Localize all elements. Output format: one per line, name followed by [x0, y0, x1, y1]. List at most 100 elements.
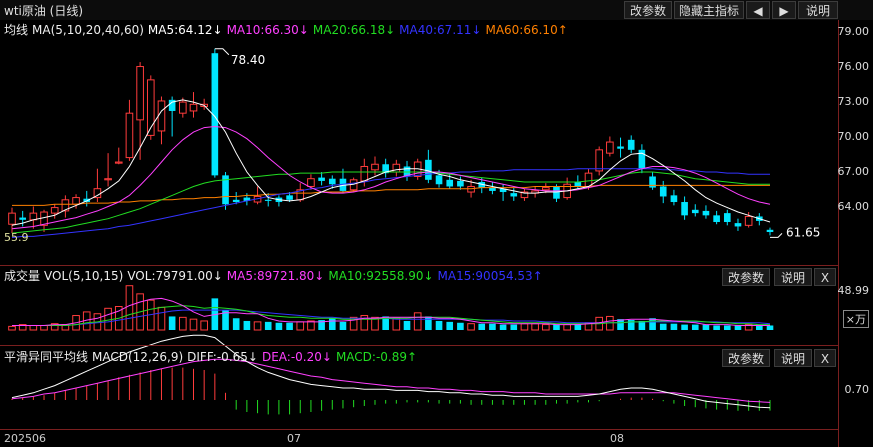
volume-bar [510, 324, 518, 330]
volume-bar [713, 325, 720, 330]
volume-bar [553, 324, 560, 330]
candle-body [649, 176, 656, 188]
volume-bar [489, 323, 496, 330]
candle-body [328, 178, 336, 185]
candle-body [371, 163, 379, 171]
macd-diff-value: DIFF:-0.65↓ [187, 350, 258, 364]
volume-bar [29, 324, 38, 331]
vol-modify-button[interactable]: 改参数 [722, 268, 770, 286]
volume-bar [734, 325, 742, 330]
candle-body [595, 149, 603, 172]
candle-body [19, 217, 26, 220]
volume-bar [243, 320, 251, 330]
candle-body [467, 185, 475, 193]
macd-tick: 0.70 [844, 383, 870, 396]
low-label: 55.9 [4, 231, 29, 244]
candle-body [744, 215, 753, 226]
vol-close-button[interactable]: X [814, 268, 836, 286]
candle-body [702, 210, 710, 216]
vol-help-button[interactable]: 说明 [774, 268, 812, 286]
date-tick: 202506 [4, 432, 46, 445]
volume-tick: 48.99 [837, 284, 870, 297]
candle-body [104, 178, 112, 181]
candle-body [157, 100, 166, 132]
volume-bar [8, 325, 16, 331]
volume-bar [702, 324, 710, 330]
candle-body [232, 199, 240, 203]
candle-body [136, 66, 144, 121]
last-marker [770, 232, 783, 238]
volume-legend: 成交量 VOL(5,10,15) VOL:79791.00↓ MA5:89721.80… [4, 267, 547, 284]
volume-bar [286, 322, 293, 330]
candle-body [681, 202, 688, 216]
volume-bar [253, 321, 262, 331]
volume-bar [541, 324, 550, 331]
volume-unit: ×万 [842, 310, 869, 328]
volume-bar [264, 321, 272, 330]
volume-bar [435, 320, 443, 330]
date-tick: 07 [287, 432, 301, 445]
volume-bar [275, 322, 283, 330]
volume-axis: 48.99 ×万 [838, 266, 873, 346]
volume-bar [200, 320, 208, 331]
price-tick: 73.00 [837, 95, 870, 108]
volume-bar [681, 324, 688, 330]
candle-body [606, 141, 614, 154]
ma40-line [11, 168, 770, 239]
volume-bar [328, 318, 336, 330]
volume-bar [446, 321, 454, 330]
candle-body [360, 165, 369, 182]
macd-legend: 平滑异同平均线 MACD(12,26,9) DIFF:-0.65↓ DEA:-0.20… [4, 348, 421, 365]
candle-body [617, 146, 624, 149]
candle-body [627, 139, 635, 150]
candle-body [670, 195, 678, 203]
macd-label: 平滑异同平均线 [4, 350, 89, 364]
macd-help-button[interactable]: 说明 [774, 349, 812, 367]
macd-params: MACD(12,26,9) [92, 350, 184, 364]
vol-params: VOL(5,10,15) [44, 269, 124, 283]
vol-ma10-value: MA10:92558.90↓ [328, 269, 434, 283]
last-price-label: 61.65 [786, 225, 820, 239]
macd-dea-line [11, 358, 771, 403]
volume-bar [296, 321, 305, 331]
candle-body [114, 161, 123, 164]
candle-body [446, 179, 454, 187]
candle-body [307, 178, 315, 187]
vol-ma15-value: MA15:90054.53↑ [437, 269, 543, 283]
candle-body [8, 212, 16, 225]
price-tick: 76.00 [837, 60, 870, 73]
macd-axis: 0.70 [838, 346, 873, 447]
candle-body [723, 213, 731, 223]
volume-bar [563, 324, 571, 331]
volume-bar [691, 324, 699, 330]
ma20-line [11, 171, 770, 234]
volume-bar [467, 323, 475, 331]
price-tick: 67.00 [837, 165, 870, 178]
volume-bar [520, 323, 529, 331]
candle-body [425, 159, 432, 180]
volume-bar [40, 324, 48, 331]
candle-body [29, 212, 38, 221]
candle-body [574, 182, 582, 187]
macd-modify-button[interactable]: 改参数 [722, 349, 770, 367]
candle-body [392, 163, 401, 173]
volume-bar [425, 316, 432, 330]
price-axis: 79.00 76.00 73.00 70.00 67.00 64.00 [838, 20, 873, 266]
candle-body [766, 229, 774, 233]
candle-body [638, 149, 646, 169]
candle-body [510, 193, 518, 197]
price-tick: 79.00 [837, 25, 870, 38]
candle-body [50, 207, 59, 214]
volume-bar [478, 323, 486, 330]
panel-divider [0, 345, 838, 346]
candle-body [286, 195, 293, 200]
volume-bar [766, 325, 774, 330]
volume-bar [457, 322, 464, 330]
panel-divider [0, 265, 838, 266]
macd-close-button[interactable]: X [814, 349, 836, 367]
vol-value: VOL:79791.00↓ [127, 269, 223, 283]
candle-body [553, 186, 560, 199]
candle-body [734, 223, 742, 227]
volume-bar [403, 320, 411, 330]
volume-bar [723, 325, 731, 330]
